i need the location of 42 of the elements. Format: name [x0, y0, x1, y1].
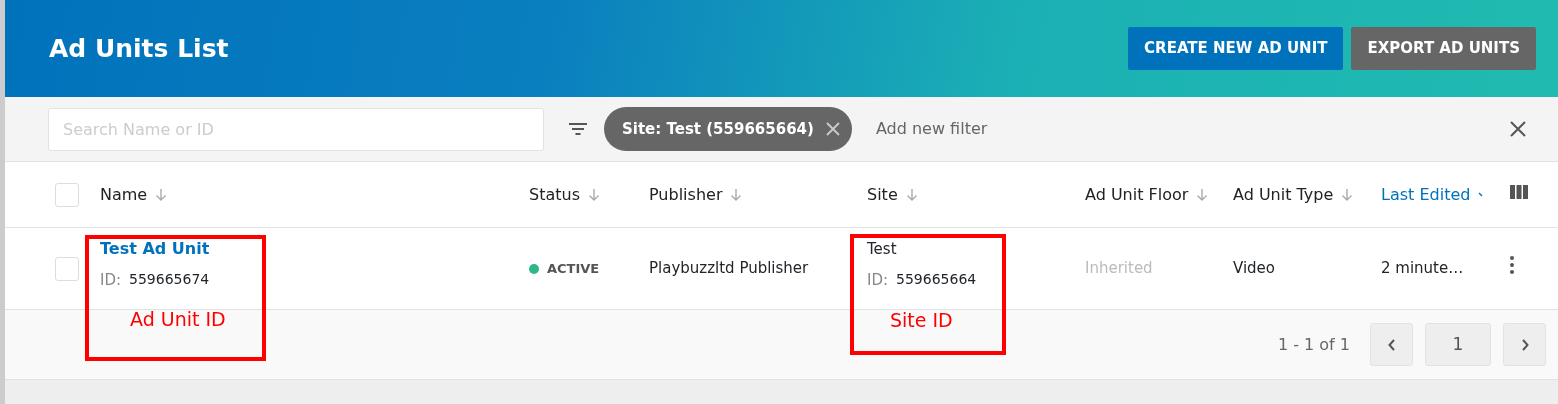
- id-label: ID:: [100, 270, 122, 292]
- sort-icon: [730, 187, 743, 202]
- select-all-checkbox[interactable]: [55, 182, 79, 207]
- page-title: Ad Units List: [49, 33, 229, 64]
- filter-icon[interactable]: [568, 122, 588, 136]
- type-value: Video: [1233, 259, 1276, 278]
- page-number[interactable]: 1: [1425, 323, 1491, 366]
- annotation-label: Ad Unit ID: [130, 307, 226, 332]
- columns-icon[interactable]: [1510, 185, 1528, 200]
- ad-unit-link[interactable]: Test Ad Unit: [100, 237, 529, 262]
- sort-icon: [905, 187, 918, 202]
- sort-icon: [155, 187, 168, 202]
- publisher-name: Playbuzzltd Publisher: [649, 259, 809, 278]
- more-icon[interactable]: [1510, 256, 1514, 275]
- id-value: 559665674: [129, 270, 210, 290]
- column-header[interactable]: Ad Unit Type: [1233, 182, 1381, 207]
- column-header[interactable]: Ad Unit Floor: [1085, 182, 1233, 207]
- row-checkbox[interactable]: [55, 256, 79, 281]
- column-header[interactable]: Publisher: [649, 182, 867, 207]
- filter-chip[interactable]: Site: Test (559665664): [604, 107, 852, 151]
- column-header[interactable]: Site: [867, 182, 1085, 207]
- page-range: 1 - 1 of 1: [1277, 333, 1350, 356]
- add-filter-link[interactable]: Add new filter: [875, 117, 988, 141]
- chevron-left-icon: [1387, 338, 1396, 351]
- status-label: ACTIVE: [547, 259, 600, 278]
- sort-icon: [1341, 187, 1354, 202]
- sort-icon: [588, 187, 600, 202]
- site-id-value: 559665664: [896, 269, 977, 289]
- chevron-right-icon: [1520, 338, 1529, 351]
- column-header[interactable]: Name: [100, 182, 529, 207]
- create-button[interactable]: CREATE NEW AD UNIT: [1128, 27, 1344, 70]
- sort-icon: [1478, 192, 1484, 197]
- last-edited-value: 2 minute…: [1381, 259, 1464, 278]
- column-header[interactable]: Last Edited: [1381, 182, 1510, 207]
- column-header[interactable]: Status: [529, 182, 649, 207]
- export-button[interactable]: EXPORT AD UNITS: [1351, 27, 1536, 70]
- id-label: ID:: [867, 269, 889, 291]
- sort-icon: [1196, 187, 1209, 202]
- close-icon[interactable]: [1510, 121, 1526, 137]
- site-name: Test: [867, 239, 898, 260]
- floor-value: Inherited: [1085, 259, 1153, 278]
- annotation-label: Site ID: [890, 308, 953, 333]
